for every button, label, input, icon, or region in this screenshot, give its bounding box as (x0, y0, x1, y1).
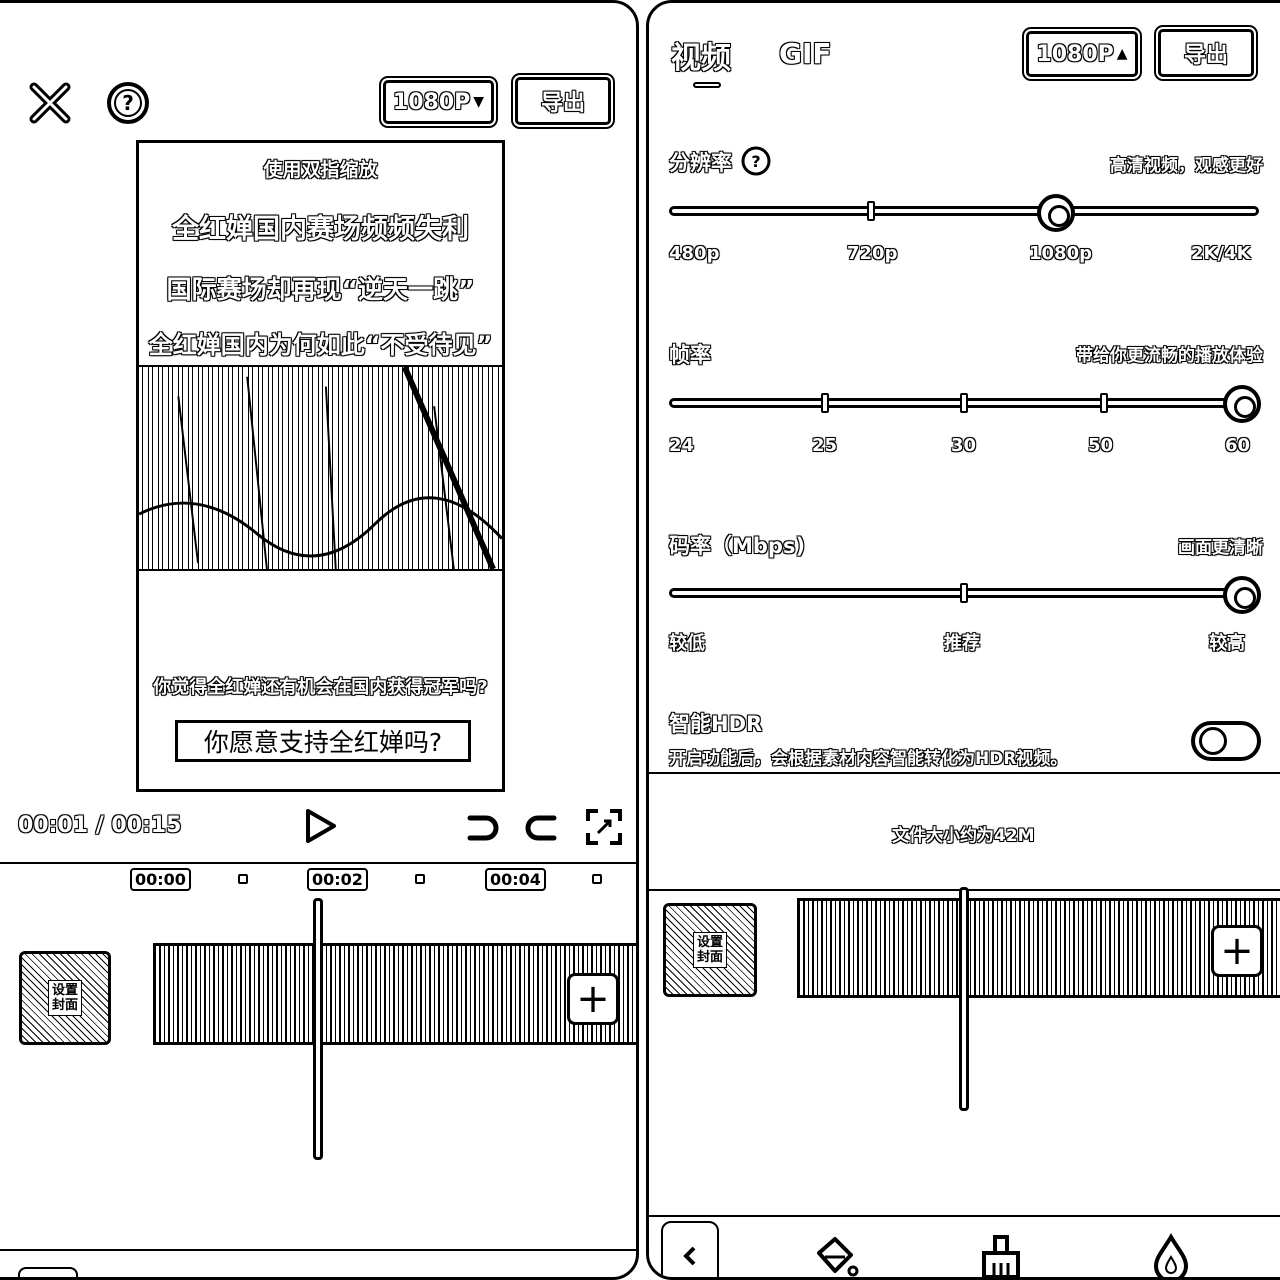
set-cover-button[interactable]: 设置封面 (663, 903, 757, 997)
svg-text:?: ? (122, 91, 134, 115)
resolution-option[interactable]: 1080p (1029, 243, 1092, 264)
resolution-option[interactable]: 480p (669, 243, 719, 264)
close-icon[interactable] (28, 81, 72, 125)
home-indicator (18, 1267, 78, 1277)
resolution-option[interactable]: 2K/4K (1191, 243, 1251, 264)
hdr-title: 智能HDR (669, 712, 763, 736)
resolution-dropdown-label: 1080P (1036, 41, 1114, 67)
frame-rate-option[interactable]: 24 (669, 435, 694, 456)
help-icon[interactable]: ? (105, 80, 151, 126)
tab-gif[interactable]: GIF (779, 37, 832, 70)
file-size-text: 文件大小约为42M (892, 826, 1035, 846)
video-clip-track[interactable] (797, 898, 1280, 998)
resolution-title: 分辨率 (669, 151, 732, 175)
export-button-label: 导出 (1183, 43, 1228, 68)
headline-2: 国际赛场却再现“逆天一跳” (166, 275, 475, 304)
headline-1: 全红婵国内赛场频频失利 (172, 214, 469, 245)
bitrate-option[interactable]: 较高 (1209, 629, 1245, 655)
chevron-left-icon (683, 1246, 696, 1266)
playhead[interactable] (313, 898, 323, 1160)
slider-tick (960, 393, 968, 413)
editor-panel: ? 1080P ▼ 导出 使用双指缩放 全红婵国内赛场频频失利 国际赛场却再现“… (0, 0, 639, 1280)
ruler-dot (238, 874, 248, 884)
resolution-dropdown-label: 1080P (392, 89, 471, 115)
frame-rate-option[interactable]: 30 (951, 435, 976, 456)
add-clip-button[interactable]: + (1211, 925, 1263, 977)
slider-tick (960, 583, 968, 603)
add-clip-button[interactable]: + (567, 973, 619, 1025)
resolution-dropdown[interactable]: 1080P ▲ (1026, 31, 1138, 77)
export-button[interactable]: 导出 (515, 77, 611, 125)
question-text: 你觉得全红婵还有机会在国内获得冠军吗? (153, 677, 488, 698)
undo-icon[interactable] (462, 808, 502, 848)
play-icon[interactable] (300, 806, 340, 846)
tab-video[interactable]: 视频 (671, 33, 731, 77)
brush-icon[interactable] (976, 1233, 1026, 1280)
chevron-down-icon: ▼ (473, 94, 485, 110)
paint-bucket-icon[interactable] (809, 1233, 859, 1280)
bitrate-title: 码率（Mbps) (669, 534, 806, 558)
hdr-toggle[interactable] (1191, 721, 1261, 761)
slider-tick (821, 393, 829, 413)
hdr-description: 开启功能后，会根据素材内容智能转化为HDR视频。 (669, 749, 1068, 769)
chevron-up-icon: ▲ (1116, 46, 1128, 62)
vote-box: 你愿意支持全红婵吗? (175, 720, 471, 762)
resolution-help-icon[interactable]: ? (740, 145, 772, 177)
resolution-option[interactable]: 720p (847, 243, 897, 264)
drop-icon[interactable] (1146, 1233, 1196, 1280)
settings-divider (649, 772, 1280, 774)
slider-tick (1100, 393, 1108, 413)
frame-rate-title: 帧率 (669, 343, 711, 367)
export-button[interactable]: 导出 (1158, 29, 1254, 77)
ruler-label-1: 00:02 (307, 868, 368, 891)
bitrate-option[interactable]: 推荐 (944, 629, 980, 655)
export-settings-panel: 视频 GIF 1080P ▲ 导出 分辨率 ? 高清视频，观感更好 480p 7… (646, 0, 1280, 1280)
ruler-label-0: 00:00 (130, 868, 191, 891)
toolbar-divider (649, 1215, 1280, 1217)
bitrate-slider-knob[interactable] (1223, 576, 1261, 614)
preview-photo (139, 365, 502, 571)
frame-rate-option[interactable]: 25 (812, 435, 837, 456)
resolution-slider[interactable] (669, 206, 1259, 216)
fullscreen-icon[interactable] (584, 807, 624, 847)
video-preview[interactable]: 使用双指缩放 全红婵国内赛场频频失利 国际赛场却再现“逆天一跳” 全红婵国内为何… (136, 140, 505, 792)
resolution-slider-knob[interactable] (1037, 194, 1075, 232)
hdr-toggle-knob (1199, 727, 1227, 755)
set-cover-label: 设置封面 (48, 980, 82, 1016)
ruler-dot (592, 874, 602, 884)
set-cover-button[interactable]: 设置封面 (19, 951, 111, 1045)
redo-icon[interactable] (522, 808, 562, 848)
frame-rate-slider-knob[interactable] (1223, 385, 1261, 423)
headline-3: 全红婵国内为何如此“不受待见” (148, 331, 493, 359)
svg-text:?: ? (751, 152, 760, 171)
ruler-label-2: 00:04 (485, 868, 546, 891)
timeline-divider (0, 862, 636, 864)
frame-rate-option[interactable]: 60 (1225, 435, 1250, 456)
collapse-toolbar-button[interactable] (661, 1221, 719, 1277)
ruler-dot (415, 874, 425, 884)
bitrate-option[interactable]: 较低 (669, 629, 705, 655)
bottom-divider (0, 1249, 636, 1251)
slider-tick (867, 201, 875, 221)
resolution-hint: 高清视频，观感更好 (1110, 156, 1263, 176)
bitrate-hint: 画面更清晰 (1178, 538, 1263, 558)
timecode: 00:01 / 00:15 (18, 813, 182, 838)
frame-rate-hint: 带给你更流畅的播放体验 (1076, 346, 1263, 366)
set-cover-label: 设置封面 (693, 932, 727, 968)
zoom-hint: 使用双指缩放 (263, 159, 378, 181)
resolution-dropdown[interactable]: 1080P ▼ (383, 80, 494, 124)
playhead[interactable] (959, 887, 969, 1111)
export-button-label: 导出 (540, 91, 585, 116)
frame-rate-option[interactable]: 50 (1088, 435, 1113, 456)
tab-video-underline (693, 82, 721, 88)
